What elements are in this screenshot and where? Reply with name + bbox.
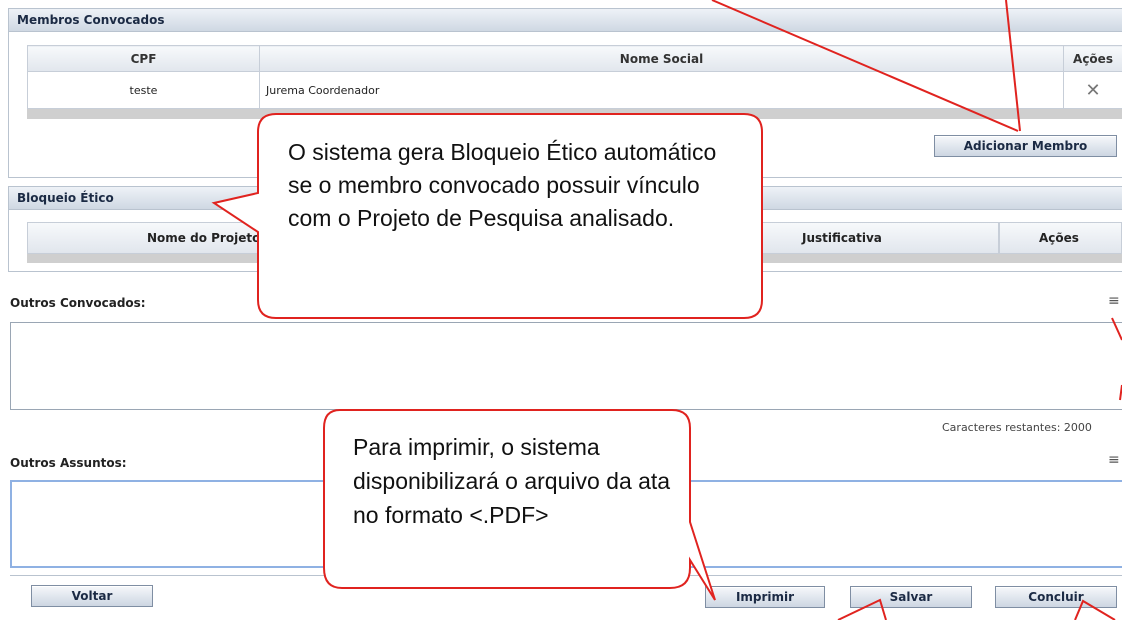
membros-table-footer xyxy=(27,109,1122,119)
col-nome-social[interactable]: Nome Social xyxy=(259,45,1064,72)
col-nome-projeto[interactable]: Nome do Projeto xyxy=(147,231,260,245)
imprimir-button[interactable]: Imprimir xyxy=(705,586,825,608)
menu-icon-2[interactable]: ≡ xyxy=(1108,452,1120,468)
caracteres-restantes: Caracteres restantes: 2000 xyxy=(942,421,1092,434)
col-justificativa[interactable]: Justificativa xyxy=(802,231,882,245)
col-acoes-bloqueio: Ações xyxy=(1039,231,1079,245)
footer-divider xyxy=(10,575,1122,576)
membros-title: Membros Convocados xyxy=(9,9,1122,32)
salvar-button[interactable]: Salvar xyxy=(850,586,972,608)
menu-icon[interactable]: ≡ xyxy=(1108,293,1120,309)
col-acoes: Ações xyxy=(1063,45,1122,72)
outros-convocados-label: Outros Convocados: xyxy=(10,296,146,310)
outros-convocados-textarea[interactable] xyxy=(10,322,1122,410)
acao-cell: ✕ xyxy=(1063,71,1122,109)
voltar-button[interactable]: Voltar xyxy=(31,585,153,607)
table-row: teste Jurema Coordenador ✕ xyxy=(27,71,1122,109)
outros-assuntos-label: Outros Assuntos: xyxy=(10,456,127,470)
bloqueio-table-footer xyxy=(27,254,1122,263)
print-callout-text: Para imprimir, o sistema disponibilizará… xyxy=(353,434,671,528)
concluir-button[interactable]: Concluir xyxy=(995,586,1117,608)
cpf-cell: teste xyxy=(27,71,260,109)
close-icon[interactable]: ✕ xyxy=(1085,80,1100,101)
nome-cell: Jurema Coordenador xyxy=(259,71,1064,109)
adicionar-membro-button[interactable]: Adicionar Membro xyxy=(934,135,1117,157)
membros-table: CPF Nome Social Ações teste Jurema Coord… xyxy=(27,45,1122,109)
col-cpf[interactable]: CPF xyxy=(27,45,260,72)
bloqueio-callout-text: O sistema gera Bloqueio Ético automático… xyxy=(288,139,717,231)
